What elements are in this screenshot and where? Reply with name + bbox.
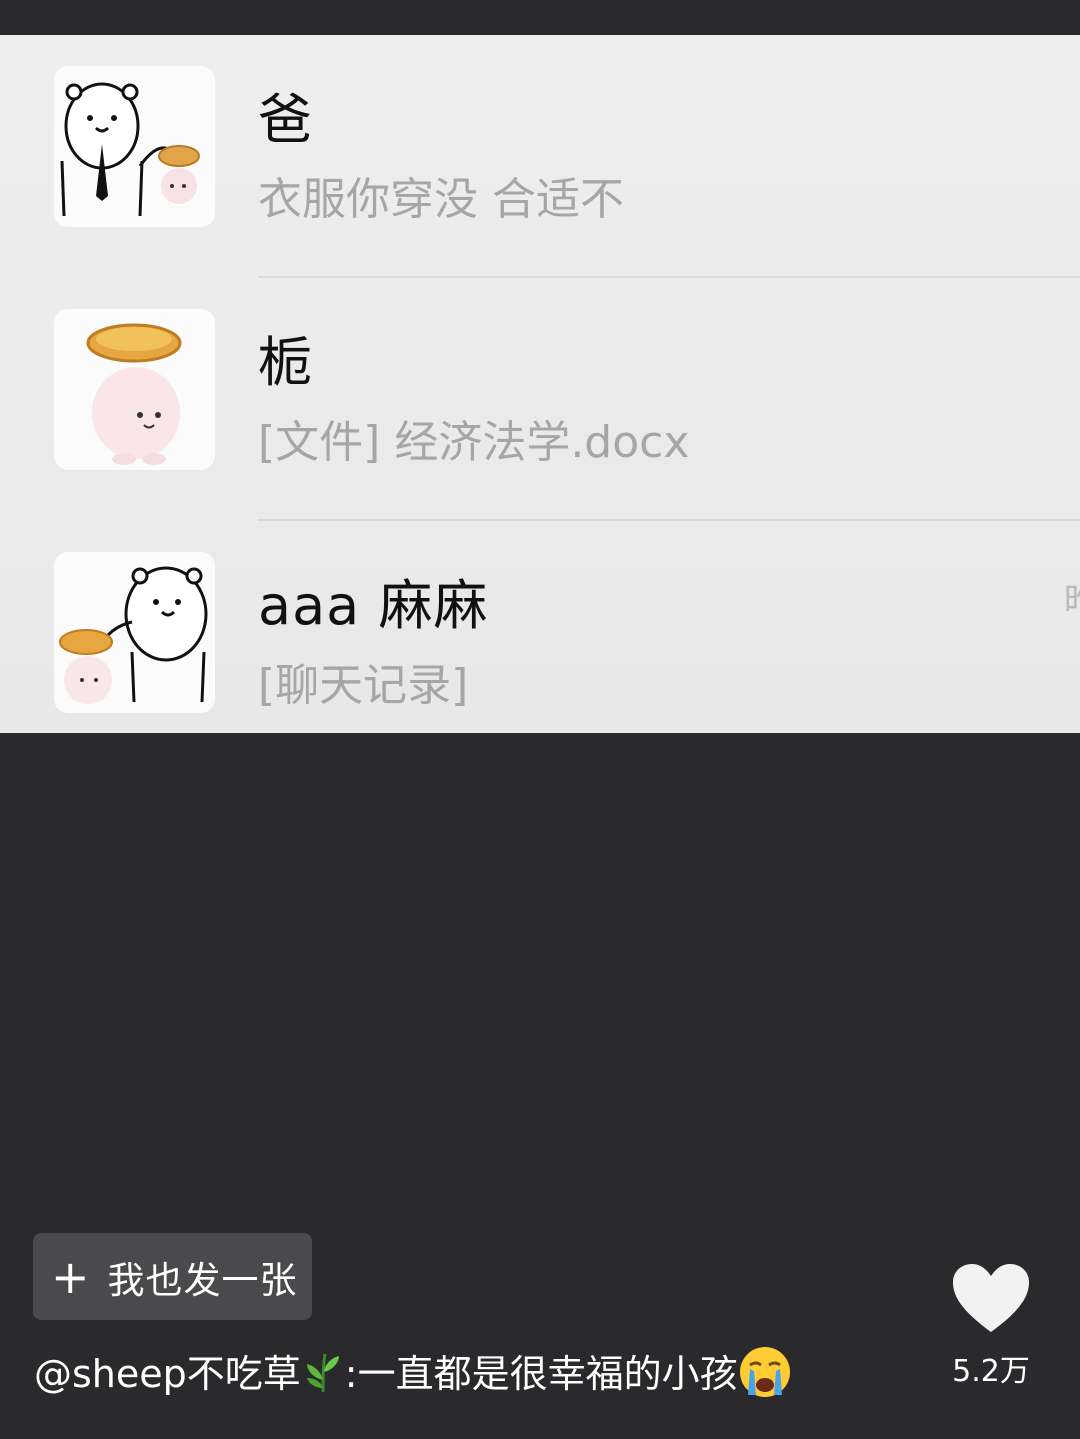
chat-row-zhi: 栀 [文件] 经济法学.docx <box>0 278 1080 521</box>
avatar-bear-pat-icon <box>54 552 215 713</box>
caption-text: 一直都是很幸福的小孩 <box>357 1352 738 1396</box>
avatar-eggtart-bear-icon <box>54 309 215 470</box>
chat-name: 栀 <box>258 331 313 394</box>
chat-list-screenshot: 爸 衣服你穿没 合适不 栀 [文件] 经济法学.docx aaa 麻麻 [聊天记… <box>0 35 1080 733</box>
chat-row-mom: aaa 麻麻 [聊天记录] 昨 <box>0 521 1080 733</box>
chat-name: aaa 麻麻 <box>258 574 489 637</box>
post-caption: @sheep不吃草 :一直都是很幸福的小孩 <box>34 1343 792 1408</box>
chat-name: 爸 <box>258 88 313 151</box>
author-username[interactable]: @sheep不吃草 <box>34 1352 301 1396</box>
post-button-label: 我也发一张 <box>107 1258 298 1302</box>
chat-row-dad: 爸 衣服你穿没 合适不 <box>0 35 1080 278</box>
plus-icon: + <box>51 1249 90 1304</box>
like-count: 5.2万 <box>952 1354 1030 1389</box>
crying-face-icon <box>738 1345 792 1408</box>
chat-preview: [文件] 经济法学.docx <box>258 417 690 468</box>
avatar-bear-tie-icon <box>54 66 215 227</box>
caption-separator: : <box>344 1352 358 1396</box>
chat-preview: [聊天记录] <box>258 660 469 711</box>
heart-icon[interactable] <box>951 1262 1031 1334</box>
chat-time-peek: 昨 <box>1064 573 1080 622</box>
like-control[interactable]: 5.2万 <box>945 1262 1037 1390</box>
post-also-button[interactable]: + 我也发一张 <box>33 1233 312 1320</box>
herb-leaf-icon <box>301 1350 345 1403</box>
chat-preview: 衣服你穿没 合适不 <box>258 174 624 225</box>
